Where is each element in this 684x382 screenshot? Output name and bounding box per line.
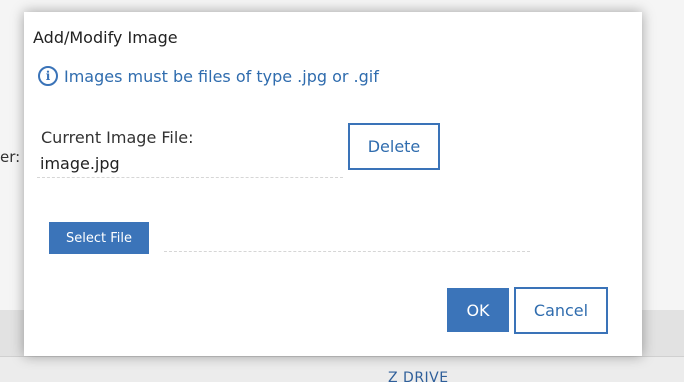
background-bottom-row [0, 356, 684, 382]
background-drive-label: Z DRIVE [388, 370, 449, 382]
add-modify-image-dialog: Add/Modify Image i Images must be files … [24, 12, 642, 356]
current-image-label: Current Image File: [41, 128, 194, 147]
dialog-title: Add/Modify Image [33, 28, 178, 47]
current-image-underline [37, 177, 343, 178]
info-message: i Images must be files of type .jpg or .… [38, 66, 379, 86]
current-image-value: image.jpg [40, 154, 120, 173]
background-field-label: er: [0, 148, 21, 166]
delete-button[interactable]: Delete [348, 123, 440, 170]
cancel-button[interactable]: Cancel [514, 287, 608, 334]
ok-button[interactable]: OK [447, 288, 509, 332]
selected-file-field[interactable] [164, 251, 530, 252]
select-file-button[interactable]: Select File [49, 222, 149, 254]
info-icon: i [38, 66, 58, 86]
info-text: Images must be files of type .jpg or .gi… [64, 66, 379, 86]
